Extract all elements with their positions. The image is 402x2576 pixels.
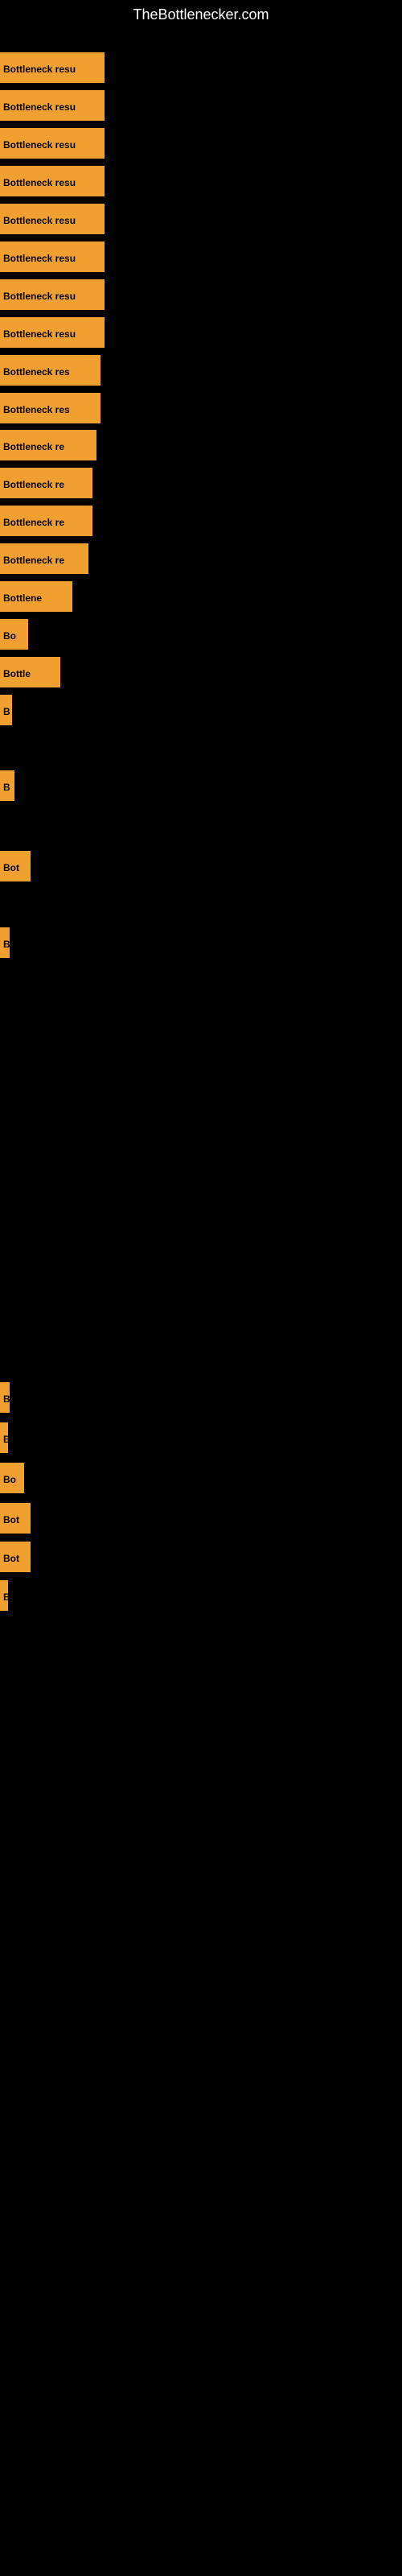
bar-item[interactable]: Bot xyxy=(0,1503,31,1534)
bar-label: Bot xyxy=(0,1542,31,1572)
bar-label: Bottleneck resu xyxy=(0,90,105,121)
bar-label: B xyxy=(0,770,14,801)
bar-item[interactable]: Bottleneck re xyxy=(0,430,96,460)
bar-item[interactable]: Bottleneck resu xyxy=(0,242,105,272)
bar-label: Bottleneck re xyxy=(0,543,88,574)
bar-label: Bottleneck resu xyxy=(0,204,105,234)
bar-item[interactable]: Bottleneck resu xyxy=(0,90,105,121)
bar-item[interactable]: Bottle xyxy=(0,657,60,687)
bar-item[interactable]: Bot xyxy=(0,851,31,881)
bar-item[interactable]: Bottleneck res xyxy=(0,355,100,386)
bar-item[interactable]: B xyxy=(0,1382,10,1413)
bar-label: B xyxy=(0,695,12,725)
bar-label: Bot xyxy=(0,851,31,881)
bar-item[interactable]: Bo xyxy=(0,619,28,650)
bar-label: B xyxy=(0,1382,10,1413)
bar-label: B xyxy=(0,1580,8,1611)
bar-item[interactable]: Bot xyxy=(0,1542,31,1572)
bar-label: Bottleneck re xyxy=(0,506,92,536)
bar-label: Bottleneck re xyxy=(0,430,96,460)
bar-label: Bo xyxy=(0,619,28,650)
bar-item[interactable]: Bottleneck resu xyxy=(0,279,105,310)
bar-label: Bottleneck resu xyxy=(0,279,105,310)
bar-item[interactable]: Bottleneck resu xyxy=(0,317,105,348)
bar-label: Bot xyxy=(0,1503,31,1534)
bar-label: Bottleneck resu xyxy=(0,128,105,159)
bar-label: Bottleneck resu xyxy=(0,52,105,83)
bar-item[interactable]: Bottleneck re xyxy=(0,543,88,574)
bar-item[interactable]: B xyxy=(0,927,10,958)
bar-item[interactable]: Bo xyxy=(0,1463,24,1493)
site-title: TheBottlenecker.com xyxy=(0,0,402,30)
bar-item[interactable]: Bottleneck re xyxy=(0,468,92,498)
bar-item[interactable]: Bottleneck re xyxy=(0,506,92,536)
bar-item[interactable]: B xyxy=(0,770,14,801)
bar-item[interactable]: Bottleneck res xyxy=(0,393,100,423)
bar-label: Bottleneck res xyxy=(0,355,100,386)
bar-item[interactable]: Bottlene xyxy=(0,581,72,612)
bar-label: B xyxy=(0,927,10,958)
bar-label: Bottleneck resu xyxy=(0,166,105,196)
bar-item[interactable]: Bottleneck resu xyxy=(0,204,105,234)
bar-label: Bottle xyxy=(0,657,60,687)
bar-label: B xyxy=(0,1422,8,1453)
bar-item[interactable]: Bottleneck resu xyxy=(0,52,105,83)
bar-item[interactable]: Bottleneck resu xyxy=(0,128,105,159)
bar-label: Bottleneck resu xyxy=(0,317,105,348)
bar-item[interactable]: B xyxy=(0,1422,8,1453)
bar-item[interactable]: B xyxy=(0,695,12,725)
bar-label: Bottlene xyxy=(0,581,72,612)
bar-label: Bottleneck resu xyxy=(0,242,105,272)
bar-label: Bottleneck re xyxy=(0,468,92,498)
bar-label: Bo xyxy=(0,1463,24,1493)
bar-item[interactable]: B xyxy=(0,1580,8,1611)
bar-item[interactable]: Bottleneck resu xyxy=(0,166,105,196)
bar-label: Bottleneck res xyxy=(0,393,100,423)
